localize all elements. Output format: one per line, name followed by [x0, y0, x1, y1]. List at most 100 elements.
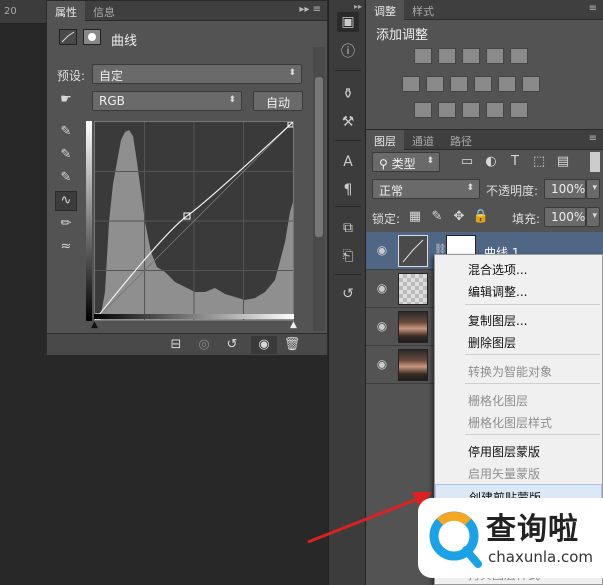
tab-adjustments[interactable]: 调整	[366, 0, 404, 20]
menu-delete-layer[interactable]: 删除图层	[435, 330, 602, 352]
blend-mode-select[interactable]: 正常 ⬍	[372, 179, 480, 199]
target-adjust-hand-icon[interactable]: ☛	[57, 91, 75, 109]
layers-tabbar: 图层 通道 路径 ≡	[366, 130, 603, 150]
curves-graph-svg	[94, 121, 294, 321]
adjustments-heading: 添加调整	[376, 28, 429, 43]
character-icon[interactable]: A	[337, 152, 359, 172]
scrollbar-thumb[interactable]	[315, 77, 323, 237]
tab-channels[interactable]: 通道	[404, 130, 442, 150]
fill-input[interactable]: 100%	[544, 207, 586, 227]
layer-filter-select[interactable]: ⚲ 类型 ⬍	[372, 152, 440, 172]
levels-icon[interactable]	[438, 48, 456, 64]
menu-disable-layer-mask[interactable]: 停用图层蒙版	[435, 439, 602, 461]
paragraph-icon[interactable]: ¶	[337, 180, 359, 200]
eyedropper-black-icon[interactable]: ✎	[57, 123, 75, 141]
eye-icon[interactable]: ◉	[374, 319, 390, 335]
posterize-icon[interactable]	[438, 102, 456, 118]
eye-icon[interactable]: ◉	[374, 281, 390, 297]
clone-source-icon[interactable]: ⧉	[337, 218, 359, 238]
menu-enable-vector-mask[interactable]: 启用矢量蒙版	[435, 461, 602, 483]
vibrance-icon[interactable]	[510, 48, 528, 64]
smooth-curve-icon[interactable]: ≈	[57, 238, 75, 256]
search-icon: ⚲	[379, 157, 392, 171]
color-lookup-icon[interactable]	[522, 76, 540, 92]
preset-select[interactable]: 自定 ⬍	[92, 64, 302, 84]
panel-menu-icon[interactable]: ≡	[589, 133, 597, 144]
brush-presets-icon[interactable]: ⚱	[337, 84, 359, 104]
opacity-value: 100%	[551, 182, 586, 196]
filter-type-icon[interactable]: T	[506, 153, 524, 171]
color-balance-icon[interactable]	[426, 76, 444, 92]
lock-transparent-icon[interactable]: ▦	[406, 208, 424, 226]
lock-position-icon[interactable]: ✥	[450, 208, 468, 226]
curve-point-tool-icon[interactable]: ∿	[55, 191, 77, 211]
channel-select[interactable]: RGB ⬍	[92, 91, 242, 111]
divider	[335, 140, 361, 141]
photo-filter-icon[interactable]	[474, 76, 492, 92]
channel-mixer-icon[interactable]	[498, 76, 516, 92]
history-icon[interactable]: ▣	[337, 12, 359, 32]
invert-icon[interactable]	[414, 102, 432, 118]
curves-graph[interactable]	[94, 121, 294, 321]
reset-icon[interactable]: ↺	[223, 336, 241, 354]
tab-styles[interactable]: 样式	[404, 0, 442, 20]
info-icon[interactable]: ⓘ	[337, 42, 359, 62]
filter-pixel-icon[interactable]: ▭	[458, 153, 476, 171]
menu-rasterize-layer[interactable]: 栅格化图层	[435, 388, 602, 410]
black-point-slider-icon[interactable]: ▲	[91, 320, 98, 330]
curves-adjustment-icon	[59, 29, 77, 45]
filter-shape-icon[interactable]: ⬚	[530, 153, 548, 171]
panel-menu-icon[interactable]: ≡	[589, 3, 597, 14]
actions-icon[interactable]: ⎗	[337, 246, 359, 266]
brightness-icon[interactable]	[414, 48, 432, 64]
menu-blending-options[interactable]: 混合选项...	[435, 257, 602, 279]
properties-scrollbar[interactable]	[313, 47, 325, 331]
black-white-icon[interactable]	[450, 76, 468, 92]
lock-image-icon[interactable]: ✎	[428, 208, 446, 226]
fill-value: 100%	[551, 210, 586, 224]
vertical-gradient-bar	[86, 121, 92, 321]
trash-icon[interactable]: 🗑	[283, 336, 301, 354]
opacity-input[interactable]: 100%	[544, 179, 586, 199]
lock-all-icon[interactable]: 🔒	[472, 208, 490, 226]
white-point-slider-icon[interactable]: ▲	[290, 320, 297, 330]
menu-separator	[465, 354, 600, 355]
tab-properties[interactable]: 属性	[47, 1, 85, 21]
fill-dropdown[interactable]: ▾	[586, 207, 600, 227]
visibility-eye-icon[interactable]: ◉	[251, 336, 277, 354]
tab-info[interactable]: 信息	[85, 1, 123, 21]
eyedropper-white-icon[interactable]: ✎	[57, 169, 75, 187]
pencil-icon[interactable]: ✏	[57, 215, 75, 233]
menu-convert-smart-object[interactable]: 转换为智能对象	[435, 359, 602, 381]
menu-edit-adjustment[interactable]: 编辑调整...	[435, 279, 602, 301]
selective-color-icon[interactable]	[510, 102, 528, 118]
filter-toggle[interactable]	[590, 152, 600, 172]
tab-paths[interactable]: 路径	[442, 130, 480, 150]
collapse-icon[interactable]: ▸▸	[329, 2, 365, 11]
gradient-map-icon[interactable]	[486, 102, 504, 118]
eye-icon[interactable]: ◉	[374, 357, 390, 373]
opacity-dropdown[interactable]: ▾	[586, 179, 600, 199]
clip-to-layer-icon[interactable]: ⊟	[167, 336, 185, 354]
layer-filter-value: 类型	[391, 157, 416, 171]
chevron-down-icon: ▾	[592, 211, 597, 221]
threshold-icon[interactable]	[462, 102, 480, 118]
properties-tabbar: 属性 信息 ▸▸ ≡	[47, 1, 327, 21]
panel-menu-icon[interactable]: ▸▸ ≡	[299, 4, 321, 15]
tool-presets-icon[interactable]: ⚒	[337, 112, 359, 132]
opacity-label: 不透明度:	[486, 184, 539, 198]
tab-layers[interactable]: 图层	[366, 130, 404, 150]
exposure-icon[interactable]	[486, 48, 504, 64]
menu-rasterize-layer-style[interactable]: 栅格化图层样式	[435, 410, 602, 432]
menu-duplicate-layer[interactable]: 复制图层...	[435, 308, 602, 330]
curves-icon[interactable]	[462, 48, 480, 64]
filter-smart-object-icon[interactable]: ▤	[554, 153, 572, 171]
view-previous-icon[interactable]: ◎	[195, 336, 213, 354]
eye-icon[interactable]: ◉	[374, 243, 390, 259]
auto-button[interactable]: 自动	[253, 91, 303, 111]
timeline-icon[interactable]: ↺	[337, 284, 359, 304]
filter-adjustment-icon[interactable]: ◐	[482, 153, 500, 171]
hue-saturation-icon[interactable]	[402, 76, 420, 92]
eyedropper-gray-icon[interactable]: ✎	[57, 146, 75, 164]
mask-icon[interactable]	[83, 29, 101, 45]
